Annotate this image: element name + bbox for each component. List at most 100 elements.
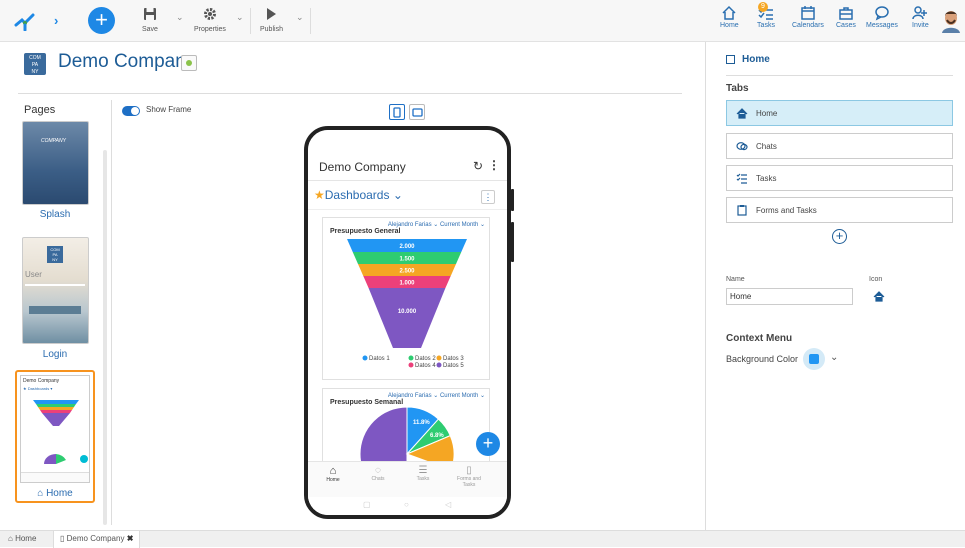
calendar-icon [801,6,815,20]
legend-label: Datos 5 [443,363,464,369]
tab-item-chats[interactable]: Chats [726,133,953,159]
mobile-view-button[interactable] [389,104,405,120]
header-divider [18,93,682,94]
tablet-view-button[interactable] [409,104,425,120]
app-status-badge[interactable] [181,55,197,71]
color-dropdown-chevron-icon[interactable]: ⌄ [830,352,838,363]
home-icon: ⌂ [329,465,337,477]
dashboard-menu-button[interactable]: ⋮ [481,190,495,204]
properties-button[interactable]: Properties [194,7,226,33]
bottom-nav-home-label: Home [326,477,340,483]
system-home-icon: ○ [404,500,409,509]
status-tab-home-label: Home [15,534,37,543]
name-label: Name [726,276,745,283]
nav-home-label: Home [720,22,739,29]
tab-item-home[interactable]: Home [726,100,953,126]
chat-icon [736,140,748,152]
chat-icon: ◌ [375,465,381,476]
funnel-segment [368,288,446,348]
messages-icon [875,6,889,21]
nav-tasks[interactable]: Tasks 9 [757,2,775,29]
page-icon [726,55,735,64]
pie-chart: 11.8% 6.8% [359,406,455,467]
login-user-text: User [25,270,42,279]
pages-scrollbar[interactable] [103,150,107,525]
page-label-home[interactable]: ⌂ Home [17,488,93,499]
bg-color-label: Background Color [726,354,799,364]
page-thumb-login[interactable]: COM PA NY User [22,237,89,344]
home-icon: ⌂ [8,534,13,543]
panel-title-text: Home [742,54,770,65]
top-toolbar: › + Save ⌄ Properties ⌄ Publish ⌄ Home T… [0,0,965,42]
bottom-tab-bar: ⌂ Home ▯ Demo Company ✖ [0,530,965,548]
funnel-value-label: 1.500 [399,257,415,263]
pie-value-label: 11.8% [413,420,430,426]
card-presupuesto-semanal: Alejandro Farias ⌄ Current Month ⌄ Presu… [322,388,490,468]
add-button[interactable]: + [88,7,115,34]
page-thumb-splash[interactable]: COMPANY [22,121,89,205]
publish-dropdown-chevron-icon[interactable]: ⌄ [296,12,304,23]
avatar[interactable] [941,9,961,33]
tab-item-forms[interactable]: Forms and Tasks [726,197,953,223]
publish-button[interactable]: Publish [260,7,283,33]
status-tab-demo-company[interactable]: ▯ Demo Company ✖ [53,531,141,548]
save-button[interactable]: Save [142,7,158,33]
nav-calendars[interactable]: Calendars [792,5,824,29]
login-button-shape [29,306,81,314]
tab-item-home-label: Home [756,108,778,118]
page-thumb-home[interactable]: Demo Company ★ Dashboards ▾ ⌂ Home [15,370,95,503]
pie-slice [359,406,408,467]
properties-dropdown-chevron-icon[interactable]: ⌄ [236,12,244,23]
tasks-badge: 9 [758,2,768,12]
tab-item-tasks[interactable]: Tasks [726,165,953,191]
save-dropdown-chevron-icon[interactable]: ⌄ [176,12,184,23]
bg-color-picker[interactable] [803,348,825,370]
dashboards-selector[interactable]: ★Dashboards ⌄ [314,188,403,202]
expand-chevron-icon[interactable]: › [54,13,58,28]
selected-home-icon[interactable] [873,291,885,305]
save-icon [143,8,156,20]
show-frame-toggle[interactable] [122,106,140,116]
home-mini-preview: Demo Company ★ Dashboards ▾ [20,375,90,483]
pie-value-label: 6.8% [430,433,444,439]
clipboard-icon: ▯ [466,465,472,476]
fab-add-button[interactable]: + [476,432,500,456]
color-swatch [809,354,819,364]
tab-item-tasks-label: Tasks [756,173,777,183]
legend-label: Datos 1 [369,356,390,362]
add-tab-button[interactable]: + [832,229,847,244]
nav-cases[interactable]: Cases [836,5,856,29]
bottom-nav-chats[interactable]: ◌ Chats [363,465,393,482]
company-logo: COM PA NY [24,53,46,75]
refresh-icon[interactable]: ↻ [473,159,483,173]
funnel-value-label: 10.000 [398,309,417,315]
app-logo-icon[interactable] [14,11,36,34]
tab-name-input[interactable] [726,288,853,305]
page-label-login[interactable]: Login [20,349,90,360]
legend-marker [436,355,442,361]
dashboards-label: Dashboards [324,188,390,202]
clipboard-icon [736,204,748,216]
nav-invite[interactable]: Invite [912,5,929,29]
properties-panel: Home Tabs Home Chats Tasks Forms and Tas… [705,42,965,530]
bottom-nav-home[interactable]: ⌂ Home [318,465,348,483]
page-label-splash[interactable]: Splash [20,209,90,220]
nav-tasks-label: Tasks [757,22,775,29]
nav-cases-label: Cases [836,22,856,29]
funnel-value-label: 2.000 [399,244,415,250]
nav-messages[interactable]: Messages [866,5,898,29]
bottom-nav-forms[interactable]: ▯ Forms and Tasks [451,465,487,488]
tabs-heading: Tabs [726,83,749,94]
tablet-icon [411,107,423,117]
home-label-text: Home [46,488,73,499]
cases-icon [839,7,853,20]
nav-home[interactable]: Home [720,5,739,29]
nav-messages-label: Messages [866,22,898,29]
system-nav-bar: ▢ ○ ◁ [308,497,507,515]
more-vertical-icon[interactable]: ⋮ [488,158,500,172]
bottom-nav-tasks[interactable]: ☰ Tasks [408,465,438,482]
close-icon[interactable]: ✖ [127,534,134,543]
legend-label: Datos 2 [415,356,436,362]
funnel-value-label: 2.500 [399,269,415,275]
status-tab-home[interactable]: ⌂ Home [8,534,36,543]
